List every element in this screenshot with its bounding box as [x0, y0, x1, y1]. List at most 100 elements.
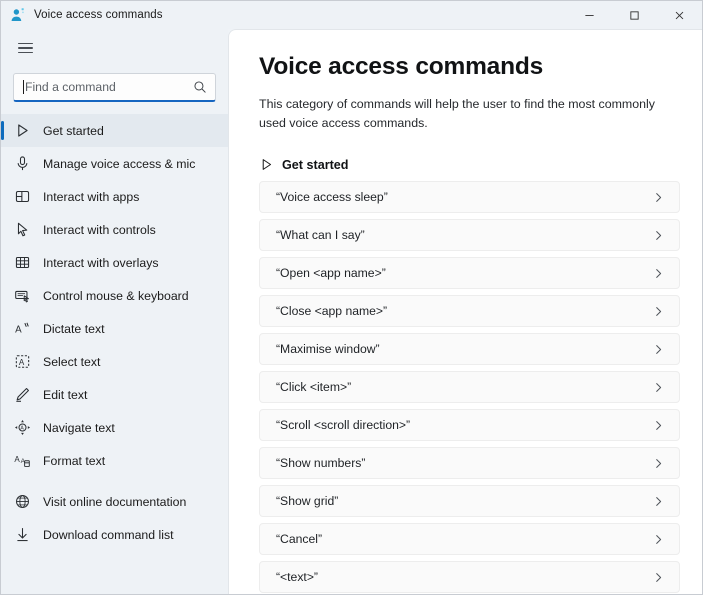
chevron-right-icon: [652, 191, 665, 204]
sidebar-item-visit-online-documentation[interactable]: Visit online documentation: [1, 485, 228, 518]
svg-text:A: A: [19, 358, 25, 367]
command-label: “Open <app name>”: [276, 266, 386, 281]
page-description: This category of commands will help the …: [259, 97, 655, 131]
navigate-text-arrows-icon: A: [14, 419, 31, 436]
play-triangle-icon: [259, 157, 274, 172]
sidebar-item-control-mouse-keyboard[interactable]: Control mouse & keyboard: [1, 279, 228, 312]
command-label: “Show numbers”: [276, 456, 366, 471]
sidebar-item-download-command-list[interactable]: Download command list: [1, 518, 228, 551]
voice-access-window: Voice access commands Find a command Get…: [0, 0, 703, 595]
hamburger-menu-icon[interactable]: [5, 31, 45, 65]
voice-access-person-icon: [10, 7, 26, 23]
command-label: “Click <item>”: [276, 380, 352, 395]
chevron-right-icon: [652, 419, 665, 432]
command-label: “Voice access sleep”: [276, 190, 388, 205]
command-row[interactable]: “Open <app name>”: [259, 257, 680, 290]
keyboard-mouse-icon: [14, 287, 31, 304]
sidebar-item-select-text[interactable]: A Select text: [1, 345, 228, 378]
sidebar-item-interact-with-overlays[interactable]: Interact with overlays: [1, 246, 228, 279]
sidebar-item-label: Manage voice access & mic: [43, 156, 196, 171]
command-label: “Show grid”: [276, 494, 339, 509]
sidebar: Get started Manage voice access & mic: [1, 29, 228, 594]
search-icon[interactable]: [193, 80, 207, 94]
page-title: Voice access commands: [259, 53, 544, 80]
command-label: “Scroll <scroll direction>”: [276, 418, 411, 433]
command-row[interactable]: “What can I say”: [259, 219, 680, 252]
sidebar-item-dictate-text[interactable]: A Dictate text: [1, 312, 228, 345]
sidebar-item-label: Edit text: [43, 387, 88, 402]
format-text-icon: A A: [14, 452, 31, 469]
svg-text:A: A: [14, 455, 20, 464]
command-label: “Maximise window”: [276, 342, 380, 357]
command-row[interactable]: “Show numbers”: [259, 447, 680, 480]
command-row[interactable]: “Maximise window”: [259, 333, 680, 366]
window-body: Get started Manage voice access & mic: [1, 29, 702, 594]
sidebar-item-navigate-text[interactable]: A Navigate text: [1, 411, 228, 444]
sidebar-item-edit-text[interactable]: Edit text: [1, 378, 228, 411]
microphone-icon: [14, 155, 31, 172]
sidebar-item-label: Interact with overlays: [43, 255, 159, 270]
title-bar: Voice access commands: [1, 1, 702, 29]
sidebar-item-get-started[interactable]: Get started: [1, 114, 228, 147]
title-bar-left: Voice access commands: [1, 7, 163, 23]
download-arrow-icon: [14, 526, 31, 543]
sidebar-item-interact-with-apps[interactable]: Interact with apps: [1, 180, 228, 213]
search-input[interactable]: [25, 80, 193, 94]
command-row[interactable]: “<text>”: [259, 561, 680, 594]
sidebar-item-manage-voice-access-mic[interactable]: Manage voice access & mic: [1, 147, 228, 180]
mouse-pointer-icon: [14, 221, 31, 238]
sidebar-item-label: Control mouse & keyboard: [43, 288, 189, 303]
sidebar-item-label: Navigate text: [43, 420, 115, 435]
sidebar-item-label: Download command list: [43, 527, 174, 542]
sidebar-item-label: Dictate text: [43, 321, 105, 336]
globe-icon: [14, 493, 31, 510]
sidebar-item-label: Interact with controls: [43, 222, 156, 237]
command-row[interactable]: “Cancel”: [259, 523, 680, 556]
edit-text-pen-icon: [14, 386, 31, 403]
apps-grid-icon: [14, 188, 31, 205]
sidebar-nav: Get started Manage voice access & mic In…: [1, 114, 228, 557]
command-label: “What can I say”: [276, 228, 365, 243]
command-label: “Cancel”: [276, 532, 323, 547]
close-button[interactable]: [657, 1, 702, 29]
search-box[interactable]: [13, 73, 216, 102]
command-row[interactable]: “Click <item>”: [259, 371, 680, 404]
play-triangle-icon: [14, 122, 31, 139]
command-label: “Close <app name>”: [276, 304, 388, 319]
window-controls: [567, 1, 702, 29]
chevron-right-icon: [652, 457, 665, 470]
minimize-button[interactable]: [567, 1, 612, 29]
chevron-right-icon: [652, 343, 665, 356]
sidebar-item-interact-with-controls[interactable]: Interact with controls: [1, 213, 228, 246]
maximize-button[interactable]: [612, 1, 657, 29]
command-row[interactable]: “Scroll <scroll direction>”: [259, 409, 680, 442]
section-header-label: Get started: [282, 157, 349, 172]
window-title: Voice access commands: [34, 9, 163, 21]
sidebar-item-label: Get started: [43, 123, 104, 138]
command-row[interactable]: “Close <app name>”: [259, 295, 680, 328]
chevron-right-icon: [652, 533, 665, 546]
chevron-right-icon: [652, 305, 665, 318]
chevron-right-icon: [652, 381, 665, 394]
section-header-get-started: Get started: [259, 157, 680, 172]
grid-overlay-icon: [14, 254, 31, 271]
sidebar-item-label: Visit online documentation: [43, 494, 187, 509]
sidebar-item-label: Interact with apps: [43, 189, 140, 204]
text-caret: [23, 80, 24, 94]
chevron-right-icon: [652, 571, 665, 584]
search-container: [1, 65, 228, 102]
dictate-text-icon: A: [14, 320, 31, 337]
chevron-right-icon: [652, 495, 665, 508]
sidebar-item-format-text[interactable]: A A Format text: [1, 444, 228, 477]
svg-text:A: A: [15, 324, 22, 335]
select-text-icon: A: [14, 353, 31, 370]
main-content: Voice access commands This category of c…: [228, 29, 702, 594]
command-row[interactable]: “Show grid”: [259, 485, 680, 518]
chevron-right-icon: [652, 267, 665, 280]
chevron-right-icon: [652, 229, 665, 242]
command-row[interactable]: “Voice access sleep”: [259, 181, 680, 214]
svg-text:A: A: [20, 426, 24, 432]
sidebar-bottom-nav: Visit online documentation Download comm…: [1, 485, 228, 557]
command-list: “Voice access sleep” “What can I say” “O…: [259, 181, 680, 594]
